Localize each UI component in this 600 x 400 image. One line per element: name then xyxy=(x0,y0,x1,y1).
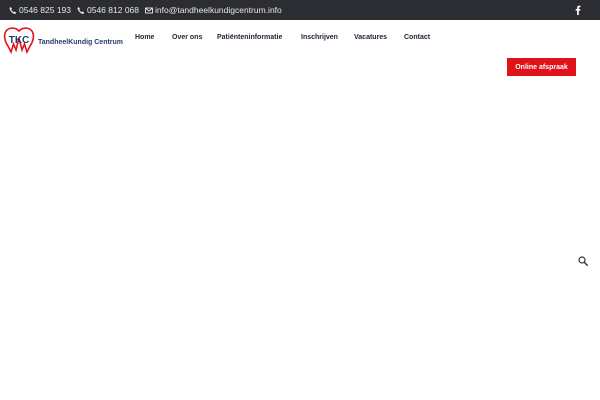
site-logo[interactable]: TKC TandheelKundig Centrum xyxy=(2,26,124,54)
phone-icon xyxy=(77,6,85,15)
phone-link-1[interactable]: 0546 825 193 xyxy=(9,5,71,15)
phone-number-1: 0546 825 193 xyxy=(19,5,71,15)
nav-item-vacatures[interactable]: Vacatures xyxy=(354,34,387,41)
nav-item-home[interactable]: Home xyxy=(135,34,154,41)
tkc-logo-mark: TKC xyxy=(3,27,35,54)
search-icon[interactable] xyxy=(578,253,589,267)
phone-number-2: 0546 812 068 xyxy=(87,5,139,15)
nav-item-contact[interactable]: Contact xyxy=(404,34,430,41)
email-link[interactable]: info@tandheelkundigcentrum.info xyxy=(145,5,282,15)
logo-mark-text: TKC xyxy=(9,35,30,46)
nav-item-patienteninformatie[interactable]: Patiënteninformatie xyxy=(217,34,282,41)
top-contact-bar: 0546 825 193 0546 812 068 info@tandheelk… xyxy=(0,0,600,20)
logo-name: TandheelKundig Centrum xyxy=(38,39,124,46)
nav-item-over-ons[interactable]: Over ons xyxy=(172,34,202,41)
contact-info: 0546 825 193 0546 812 068 info@tandheelk… xyxy=(9,5,288,15)
envelope-icon xyxy=(145,6,153,15)
nav-item-inschrijven[interactable]: Inschrijven xyxy=(301,34,338,41)
facebook-icon[interactable] xyxy=(575,5,581,15)
online-afspraak-button[interactable]: Online afspraak xyxy=(507,58,576,76)
phone-icon xyxy=(9,6,17,15)
phone-link-2[interactable]: 0546 812 068 xyxy=(77,5,139,15)
email-address: info@tandheelkundigcentrum.info xyxy=(155,5,282,15)
